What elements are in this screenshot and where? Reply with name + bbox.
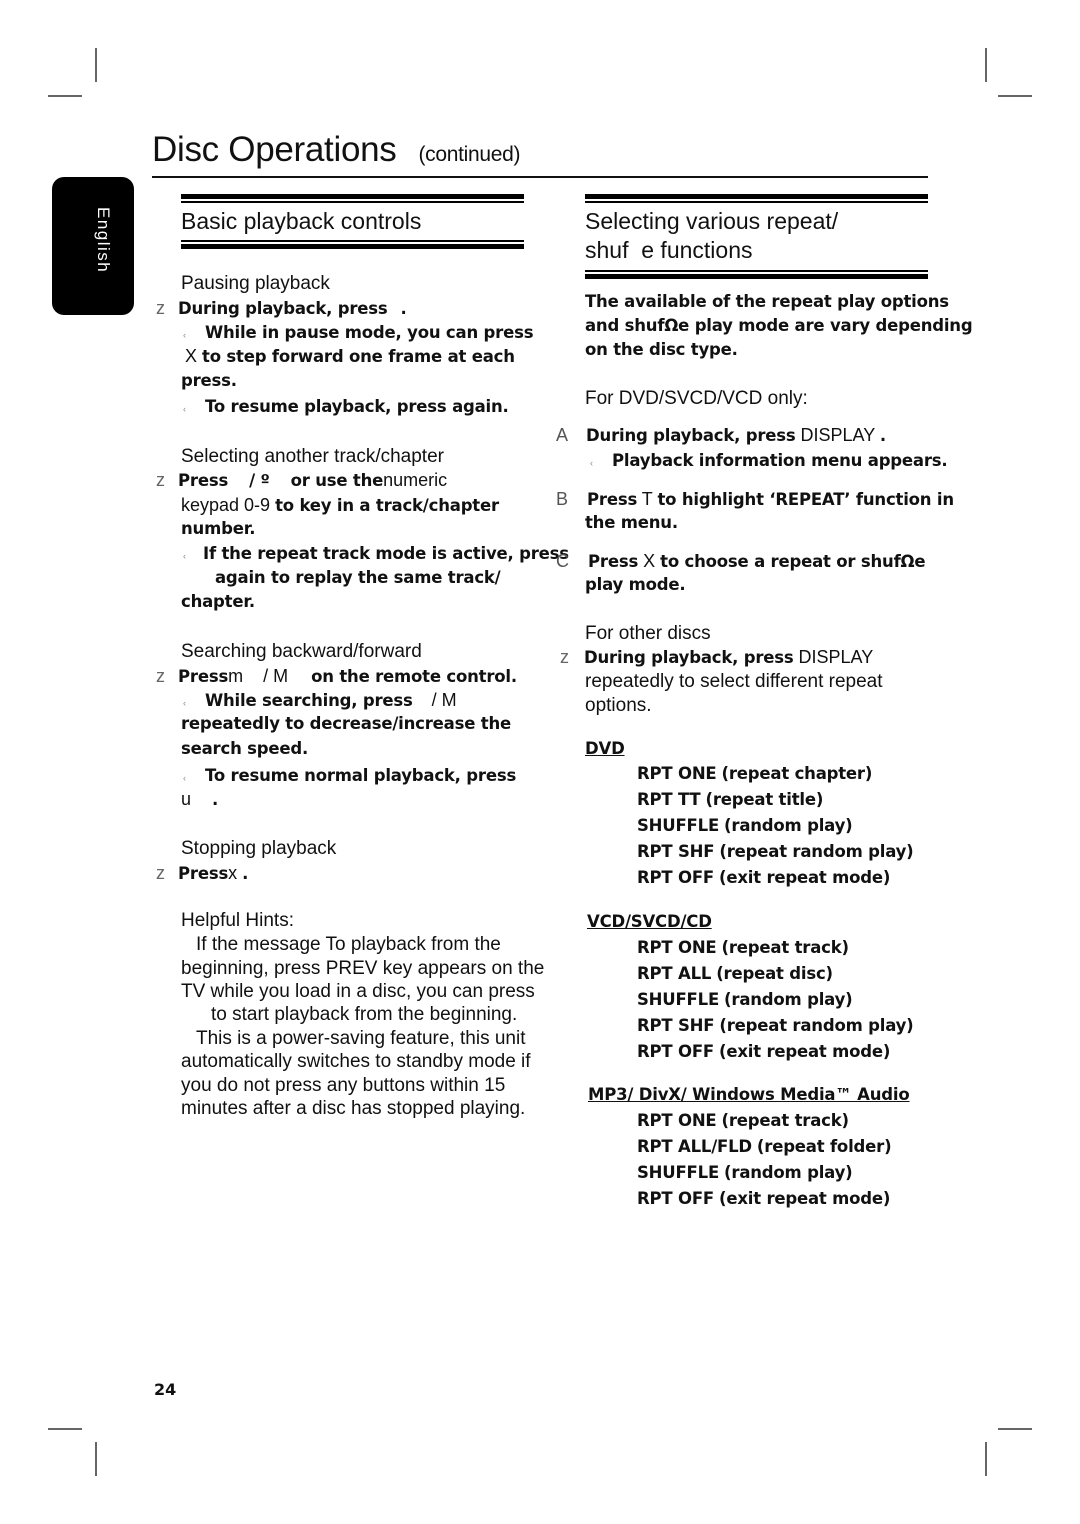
subheading-selecting: Selecting another track/chapter — [181, 446, 444, 467]
intro-line: on the disc type. — [585, 340, 738, 359]
note-search-speed-cont: repeatedly to decrease/increase the — [181, 714, 511, 733]
repeat-option: SHUFFLE (random play) — [637, 990, 853, 1009]
note-step-frame-end: press. — [181, 371, 237, 390]
section-title-repeat-2: shuf e functions — [585, 237, 753, 263]
note-marker-icon: ‹ — [183, 773, 186, 783]
section-rule-top — [181, 194, 524, 203]
section-title-repeat-1: Selecting various repeat/ — [585, 208, 839, 234]
hint-line: to start playback from the beginning. — [211, 1004, 518, 1025]
step-other-end: options. — [585, 695, 652, 716]
step-c: C Press X to choose a repeat or shufΩe — [556, 551, 926, 571]
subheading-pausing: Pausing playback — [181, 273, 330, 294]
subheading-stopping: Stopping playback — [181, 838, 337, 859]
repeat-option: RPT ONE (repeat chapter) — [637, 764, 873, 783]
crop-mark — [95, 1442, 97, 1476]
step-other: z During playback, press DISPLAY — [560, 647, 874, 667]
subheading-dvd-only: For DVD/SVCD/VCD only: — [585, 388, 808, 409]
repeat-option: RPT OFF (exit repeat mode) — [637, 1189, 891, 1208]
title-rule — [152, 176, 928, 178]
group-title-vcd: VCD/SVCD/CD — [587, 912, 712, 931]
page-title-continued: (continued) — [418, 143, 521, 166]
note-step-frame: ‹ While in pause mode, you can press — [183, 323, 534, 342]
step-search: z Pressm / M on the remote control. — [156, 666, 517, 686]
hint-line: automatically switches to standby mode i… — [181, 1051, 531, 1072]
note-resume: ‹ To resume playback, press again. — [183, 397, 509, 416]
hint-line: This is a power-saving feature, this uni… — [196, 1028, 526, 1049]
note-info-menu: ‹ Playback information menu appears. — [590, 451, 948, 470]
crop-mark — [998, 95, 1032, 97]
step-b: B Press T to highlight ‘REPEAT’ function… — [556, 489, 954, 509]
note-marker-icon: ‹ — [183, 404, 186, 414]
note-repeat-track-cont: again to replay the same track/ — [215, 568, 501, 587]
repeat-option: RPT TT (repeat title) — [637, 790, 824, 809]
step-marker-c: C — [556, 551, 569, 571]
repeat-option: RPT SHF (repeat random play) — [637, 1016, 914, 1035]
subheading-other-discs: For other discs — [585, 623, 711, 644]
step-select-track-cont: keypad 0-9 to key in a track/chapter — [181, 495, 499, 515]
bullet-icon: z — [560, 647, 569, 667]
note-repeat-track-end: chapter. — [181, 592, 256, 611]
hint-line: you do not press any buttons within 15 — [181, 1075, 506, 1096]
note-marker-icon: ‹ — [590, 458, 593, 468]
step-marker-b: B — [556, 489, 569, 509]
crop-mark — [985, 1442, 987, 1476]
language-tab: English — [52, 177, 134, 315]
group-title-mp3: MP3/ DivX/ Windows Media™ Audio — [588, 1085, 910, 1104]
bullet-icon: z — [156, 863, 165, 883]
section-title-basic-playback: Basic playback controls — [181, 208, 422, 234]
step-a: A During playback, press DISPLAY . — [556, 425, 886, 445]
hint-line: minutes after a disc has stopped playing… — [181, 1098, 526, 1119]
section-rule-bottom — [585, 270, 928, 279]
note-search-speed: ‹ While searching, press / M — [183, 690, 457, 710]
page-title-text: Disc Operations — [152, 130, 397, 169]
step-marker-a: A — [556, 425, 568, 445]
bullet-icon: z — [156, 298, 165, 318]
bullet-icon: z — [156, 470, 165, 490]
hints-heading: Helpful Hints: — [181, 910, 294, 931]
bullet-icon: z — [156, 666, 165, 686]
repeat-option: RPT SHF (repeat random play) — [637, 842, 914, 861]
repeat-option: RPT ONE (repeat track) — [637, 1111, 849, 1130]
hint-line: TV while you load in a disc, you can pre… — [181, 981, 535, 1002]
repeat-option: RPT ONE (repeat track) — [637, 938, 849, 957]
repeat-option: SHUFFLE (random play) — [637, 816, 853, 835]
step-c-cont: play mode. — [585, 575, 686, 594]
step-stop: z Pressx . — [156, 863, 249, 883]
crop-mark — [985, 48, 987, 82]
step-select-track-end: number. — [181, 519, 256, 538]
step-select-track: z Press / º or use thenumeric — [156, 470, 448, 490]
note-marker-icon: ‹ — [183, 551, 186, 561]
intro-line: and shufΩe play mode are vary depending — [585, 316, 973, 335]
step-b-cont: the menu. — [585, 513, 678, 532]
crop-mark — [48, 95, 82, 97]
note-repeat-track: ‹ If the repeat track mode is active, pr… — [183, 544, 569, 563]
crop-mark — [48, 1428, 82, 1430]
step-pause: z During playback, press . — [156, 298, 407, 318]
note-step-frame-cont: X to step forward one frame at each — [185, 346, 515, 366]
repeat-option: RPT ALL (repeat disc) — [637, 964, 833, 983]
note-resume-normal-cont: u . — [181, 789, 219, 809]
crop-mark — [95, 48, 97, 82]
step-other-cont: repeatedly to select different repeat — [585, 671, 883, 692]
crop-mark — [998, 1428, 1032, 1430]
group-title-dvd: DVD — [585, 739, 625, 758]
note-resume-normal: ‹ To resume normal playback, press — [183, 766, 517, 785]
repeat-option: SHUFFLE (random play) — [637, 1163, 853, 1182]
section-rule-top — [585, 194, 928, 203]
section-rule-bottom — [181, 240, 524, 249]
repeat-option: RPT OFF (exit repeat mode) — [637, 1042, 891, 1061]
note-marker-icon: ‹ — [183, 330, 186, 340]
repeat-option: RPT OFF (exit repeat mode) — [637, 868, 891, 887]
subheading-searching: Searching backward/forward — [181, 641, 422, 662]
note-marker-icon: ‹ — [183, 698, 186, 708]
hint-line: If the message To playback from the — [196, 934, 501, 955]
language-tab-label: English — [94, 207, 113, 274]
repeat-option: RPT ALL/FLD (repeat folder) — [637, 1137, 892, 1156]
intro-line: The available of the repeat play options — [585, 292, 949, 311]
note-search-speed-end: search speed. — [181, 739, 309, 758]
page-number: 24 — [154, 1380, 177, 1399]
page-title: Disc Operations (continued) — [152, 130, 521, 170]
hint-line: beginning, press PREV key appears on the — [181, 958, 545, 979]
